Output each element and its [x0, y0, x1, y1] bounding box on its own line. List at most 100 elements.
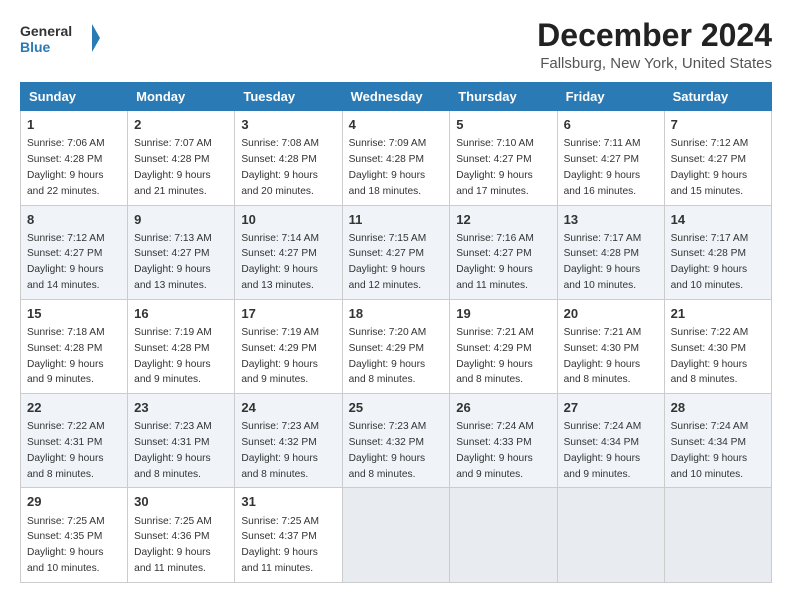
day-number: 11	[349, 211, 444, 229]
calendar-cell: 28 Sunrise: 7:24 AMSunset: 4:34 PMDayligh…	[664, 394, 771, 488]
calendar-cell: 1 Sunrise: 7:06 AMSunset: 4:28 PMDaylight…	[21, 111, 128, 205]
calendar-cell: 12Sunrise: 7:16 AMSunset: 4:27 PMDayligh…	[450, 205, 557, 299]
day-number: 31	[241, 493, 335, 511]
day-number: 26	[456, 399, 550, 417]
day-number: 1	[27, 116, 121, 134]
day-number: 2	[134, 116, 228, 134]
calendar-cell: 13 Sunrise: 7:17 AMSunset: 4:28 PMDayligh…	[557, 205, 664, 299]
column-header-thursday: Thursday	[450, 83, 557, 111]
calendar-cell: 2 Sunrise: 7:07 AMSunset: 4:28 PMDaylight…	[128, 111, 235, 205]
day-number: 30	[134, 493, 228, 511]
day-number: 4	[349, 116, 444, 134]
column-header-monday: Monday	[128, 83, 235, 111]
calendar-cell	[450, 488, 557, 582]
cell-content: Sunrise: 7:24 AMSunset: 4:34 PMDaylight:…	[564, 421, 642, 479]
calendar-week-row: 15 Sunrise: 7:18 AMSunset: 4:28 PMDayligh…	[21, 299, 772, 393]
cell-content: Sunrise: 7:06 AMSunset: 4:28 PMDaylight:…	[27, 138, 105, 196]
calendar-cell: 20Sunrise: 7:21 AMSunset: 4:30 PMDayligh…	[557, 299, 664, 393]
calendar-week-row: 1 Sunrise: 7:06 AMSunset: 4:28 PMDaylight…	[21, 111, 772, 205]
column-header-sunday: Sunday	[21, 83, 128, 111]
calendar-cell: 25 Sunrise: 7:23 AMSunset: 4:32 PMDayligh…	[342, 394, 450, 488]
day-number: 21	[671, 305, 765, 323]
cell-content: Sunrise: 7:08 AMSunset: 4:28 PMDaylight:…	[241, 138, 319, 196]
calendar-cell: 9 Sunrise: 7:13 AMSunset: 4:27 PMDaylight…	[128, 205, 235, 299]
calendar-week-row: 22Sunrise: 7:22 AMSunset: 4:31 PMDayligh…	[21, 394, 772, 488]
cell-content: Sunrise: 7:22 AMSunset: 4:30 PMDaylight:…	[671, 327, 749, 385]
logo-svg: General Blue	[20, 18, 100, 58]
svg-text:Blue: Blue	[20, 39, 51, 55]
calendar-cell: 16Sunrise: 7:19 AMSunset: 4:28 PMDayligh…	[128, 299, 235, 393]
day-number: 5	[456, 116, 550, 134]
calendar-cell: 26Sunrise: 7:24 AMSunset: 4:33 PMDayligh…	[450, 394, 557, 488]
cell-content: Sunrise: 7:23 AMSunset: 4:32 PMDaylight:…	[349, 421, 427, 479]
cell-content: Sunrise: 7:25 AMSunset: 4:37 PMDaylight:…	[241, 516, 319, 574]
calendar-cell: 27 Sunrise: 7:24 AMSunset: 4:34 PMDayligh…	[557, 394, 664, 488]
calendar-cell: 29 Sunrise: 7:25 AMSunset: 4:35 PMDayligh…	[21, 488, 128, 582]
cell-content: Sunrise: 7:20 AMSunset: 4:29 PMDaylight:…	[349, 327, 427, 385]
calendar-cell: 24 Sunrise: 7:23 AMSunset: 4:32 PMDayligh…	[235, 394, 342, 488]
column-header-wednesday: Wednesday	[342, 83, 450, 111]
cell-content: Sunrise: 7:25 AMSunset: 4:35 PMDaylight:…	[27, 516, 105, 574]
title-area: December 2024 Fallsburg, New York, Unite…	[537, 18, 772, 72]
svg-text:General: General	[20, 23, 72, 39]
day-number: 12	[456, 211, 550, 229]
calendar-table: SundayMondayTuesdayWednesdayThursdayFrid…	[20, 82, 772, 583]
column-header-friday: Friday	[557, 83, 664, 111]
day-number: 27	[564, 399, 658, 417]
calendar-cell	[664, 488, 771, 582]
day-number: 3	[241, 116, 335, 134]
cell-content: Sunrise: 7:23 AMSunset: 4:31 PMDaylight:…	[134, 421, 212, 479]
cell-content: Sunrise: 7:14 AMSunset: 4:27 PMDaylight:…	[241, 233, 319, 291]
cell-content: Sunrise: 7:18 AMSunset: 4:28 PMDaylight:…	[27, 327, 105, 385]
logo: General Blue	[20, 18, 100, 58]
day-number: 28	[671, 399, 765, 417]
calendar-cell: 15 Sunrise: 7:18 AMSunset: 4:28 PMDayligh…	[21, 299, 128, 393]
calendar-cell: 5 Sunrise: 7:10 AMSunset: 4:27 PMDaylight…	[450, 111, 557, 205]
calendar-cell: 10 Sunrise: 7:14 AMSunset: 4:27 PMDayligh…	[235, 205, 342, 299]
calendar-cell: 18 Sunrise: 7:20 AMSunset: 4:29 PMDayligh…	[342, 299, 450, 393]
day-number: 15	[27, 305, 121, 323]
day-number: 18	[349, 305, 444, 323]
calendar-cell: 14Sunrise: 7:17 AMSunset: 4:28 PMDayligh…	[664, 205, 771, 299]
column-header-tuesday: Tuesday	[235, 83, 342, 111]
calendar-cell: 31 Sunrise: 7:25 AMSunset: 4:37 PMDayligh…	[235, 488, 342, 582]
column-header-saturday: Saturday	[664, 83, 771, 111]
cell-content: Sunrise: 7:23 AMSunset: 4:32 PMDaylight:…	[241, 421, 319, 479]
cell-content: Sunrise: 7:12 AMSunset: 4:27 PMDaylight:…	[671, 138, 749, 196]
day-number: 23	[134, 399, 228, 417]
calendar-header-row: SundayMondayTuesdayWednesdayThursdayFrid…	[21, 83, 772, 111]
calendar-cell: 30Sunrise: 7:25 AMSunset: 4:36 PMDayligh…	[128, 488, 235, 582]
calendar-week-row: 29 Sunrise: 7:25 AMSunset: 4:35 PMDayligh…	[21, 488, 772, 582]
cell-content: Sunrise: 7:24 AMSunset: 4:34 PMDaylight:…	[671, 421, 749, 479]
cell-content: Sunrise: 7:21 AMSunset: 4:29 PMDaylight:…	[456, 327, 534, 385]
calendar-cell: 3 Sunrise: 7:08 AMSunset: 4:28 PMDaylight…	[235, 111, 342, 205]
day-number: 16	[134, 305, 228, 323]
day-number: 24	[241, 399, 335, 417]
location-title: Fallsburg, New York, United States	[537, 55, 772, 72]
day-number: 9	[134, 211, 228, 229]
cell-content: Sunrise: 7:13 AMSunset: 4:27 PMDaylight:…	[134, 233, 212, 291]
day-number: 7	[671, 116, 765, 134]
calendar-cell: 7 Sunrise: 7:12 AMSunset: 4:27 PMDaylight…	[664, 111, 771, 205]
day-number: 8	[27, 211, 121, 229]
cell-content: Sunrise: 7:10 AMSunset: 4:27 PMDaylight:…	[456, 138, 534, 196]
day-number: 29	[27, 493, 121, 511]
day-number: 13	[564, 211, 658, 229]
calendar-cell: 6Sunrise: 7:11 AMSunset: 4:27 PMDaylight…	[557, 111, 664, 205]
calendar-week-row: 8Sunrise: 7:12 AMSunset: 4:27 PMDaylight…	[21, 205, 772, 299]
cell-content: Sunrise: 7:15 AMSunset: 4:27 PMDaylight:…	[349, 233, 427, 291]
day-number: 25	[349, 399, 444, 417]
day-number: 10	[241, 211, 335, 229]
calendar-cell: 21 Sunrise: 7:22 AMSunset: 4:30 PMDayligh…	[664, 299, 771, 393]
cell-content: Sunrise: 7:17 AMSunset: 4:28 PMDaylight:…	[564, 233, 642, 291]
calendar-cell: 4Sunrise: 7:09 AMSunset: 4:28 PMDaylight…	[342, 111, 450, 205]
day-number: 17	[241, 305, 335, 323]
calendar-cell	[342, 488, 450, 582]
month-title: December 2024	[537, 18, 772, 53]
day-number: 6	[564, 116, 658, 134]
calendar-cell	[557, 488, 664, 582]
day-number: 20	[564, 305, 658, 323]
cell-content: Sunrise: 7:07 AMSunset: 4:28 PMDaylight:…	[134, 138, 212, 196]
calendar-cell: 11 Sunrise: 7:15 AMSunset: 4:27 PMDayligh…	[342, 205, 450, 299]
cell-content: Sunrise: 7:19 AMSunset: 4:29 PMDaylight:…	[241, 327, 319, 385]
